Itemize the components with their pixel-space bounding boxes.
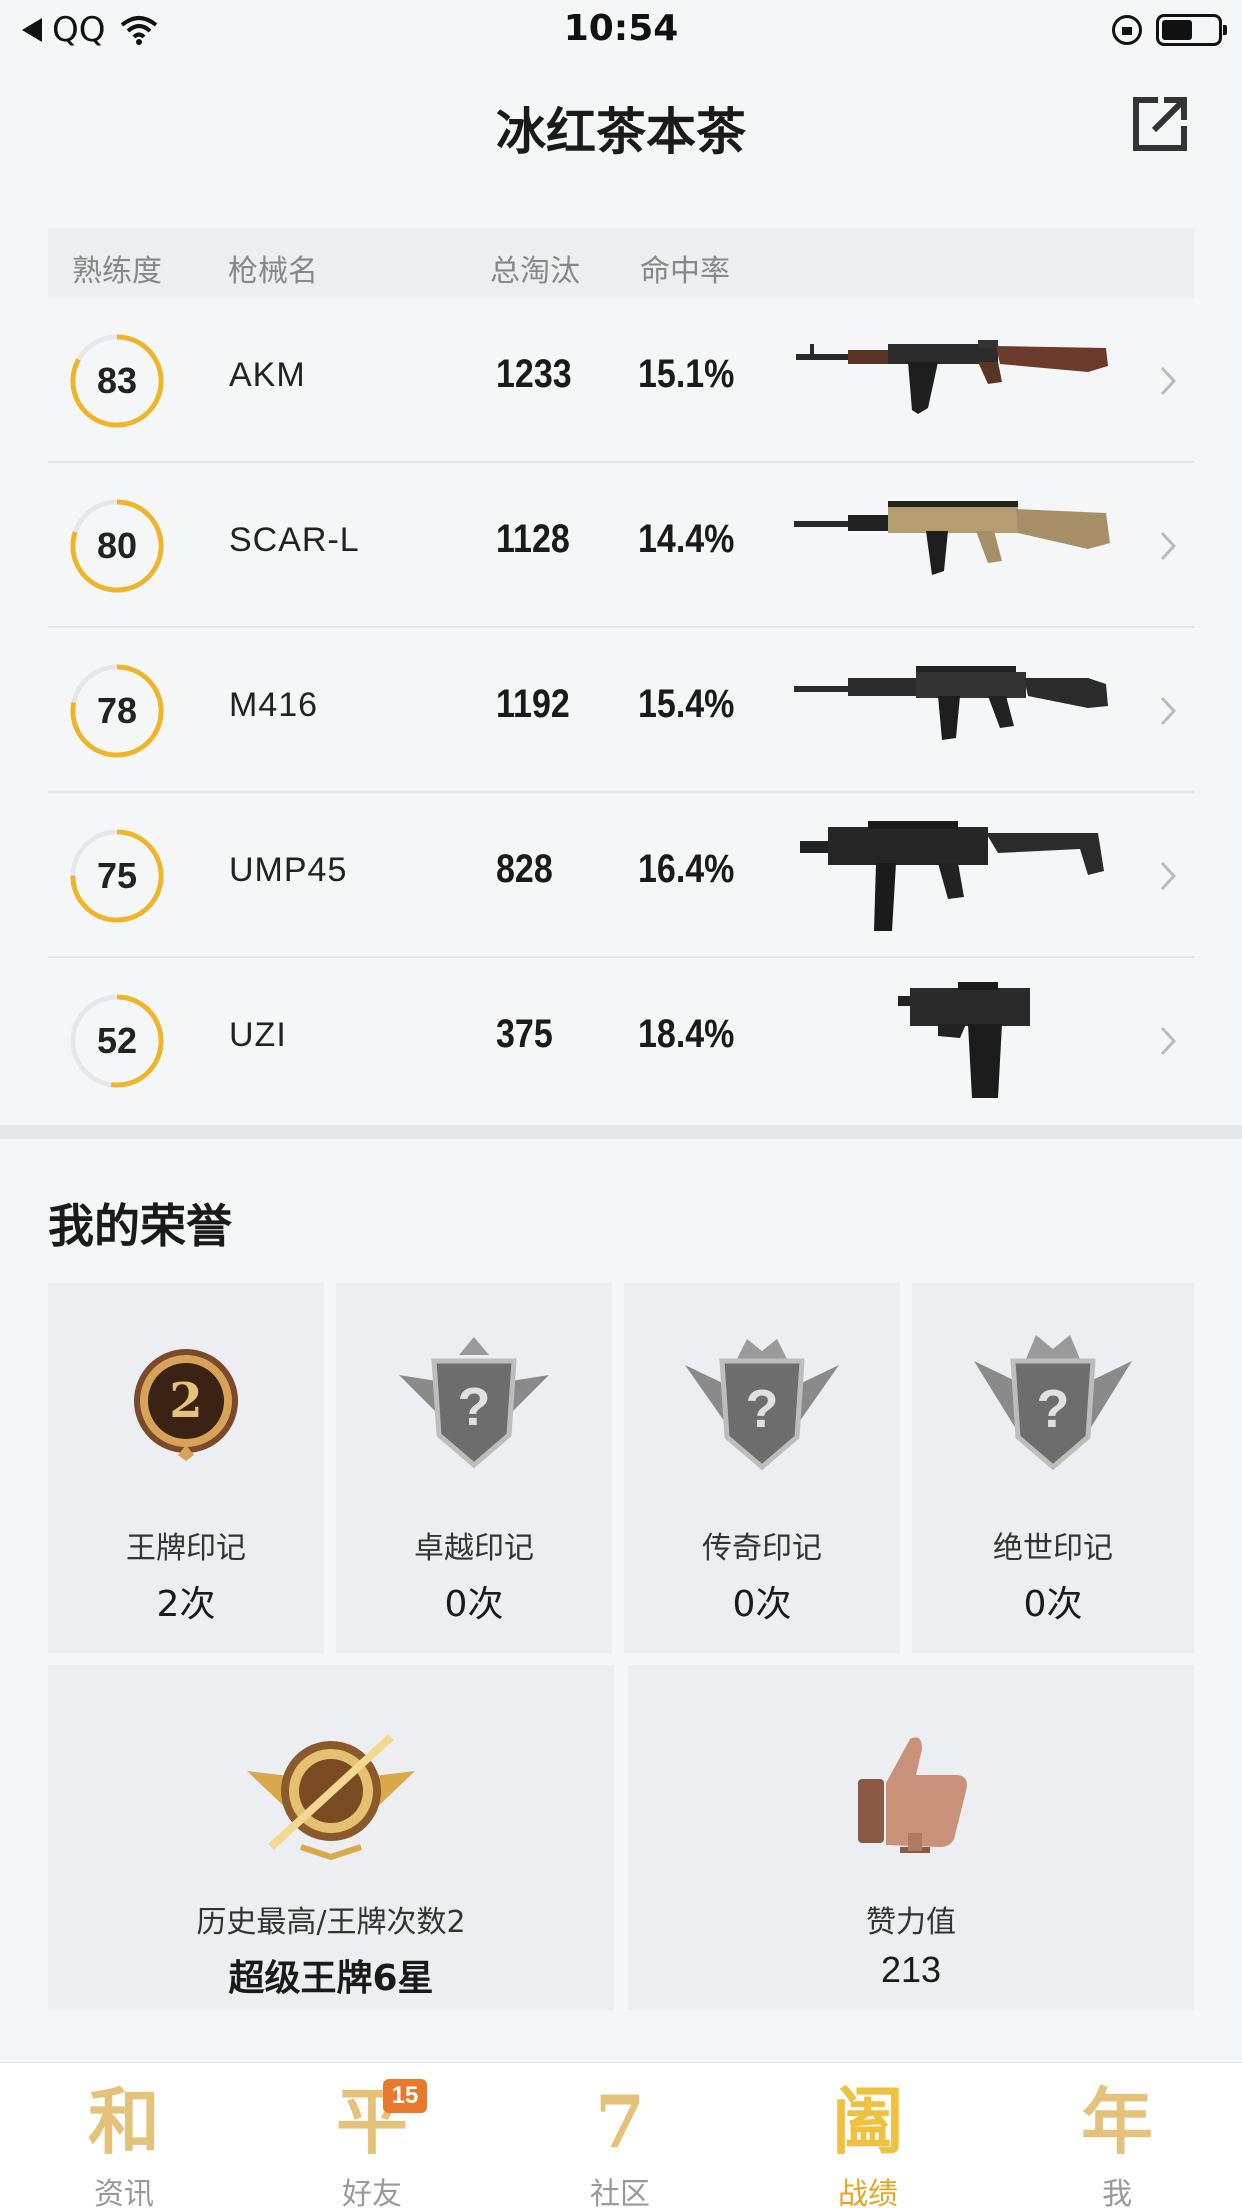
tab-label: 战绩 — [838, 2177, 898, 2208]
me-tab-icon: 年 — [1080, 2079, 1153, 2164]
excellence-mark-locked-icon: ? — [399, 1337, 549, 1469]
section-divider — [0, 1125, 1242, 1139]
weapon-row-ump45[interactable]: 75 UMP45 828 16.4% — [48, 793, 1194, 958]
uzi-smg-icon — [898, 982, 1030, 1098]
tab-me[interactable]: 年 我 — [992, 2063, 1242, 2208]
ace-mark-badge-icon: 2 — [134, 1349, 238, 1461]
accuracy-value: 16.4% — [638, 847, 735, 891]
friends-count-badge: 15 — [383, 2079, 427, 2113]
gun-name: UMP45 — [229, 851, 348, 889]
kills-value: 1128 — [496, 517, 570, 561]
mark-count: 0次 — [732, 1584, 792, 1625]
accuracy-value: 15.1% — [638, 352, 735, 396]
mark-count: 0次 — [1023, 1584, 1083, 1625]
bottom-tab-bar: 和 资讯 平 15 好友 7 社区 阖 战绩 年 我 — [0, 2062, 1242, 2208]
tab-records[interactable]: 阖 战绩 — [744, 2063, 992, 2208]
page-title: 冰红茶本茶 — [496, 103, 746, 161]
svg-text:2: 2 — [169, 1373, 202, 1429]
rotation-lock-icon — [1112, 15, 1142, 45]
chevron-right-icon — [1160, 861, 1177, 891]
history-value: 超级王牌6星 — [228, 1958, 434, 1999]
chevron-right-icon — [1160, 1026, 1177, 1056]
likes-label: 赞力值 — [866, 1905, 956, 1940]
mark-count: 0次 — [444, 1584, 504, 1625]
tab-news[interactable]: 和 资讯 — [0, 2063, 248, 2208]
status-bar: QQ 10:54 — [0, 0, 1242, 62]
mark-card-ace[interactable]: 2 王牌印记 2次 — [48, 1283, 324, 1653]
friends-tab-icon: 平 — [335, 2079, 408, 2164]
weapon-table-header: 熟练度 枪械名 总淘汰 命中率 — [48, 228, 1194, 298]
m416-rifle-icon — [794, 666, 1108, 740]
proficiency-value: 75 — [96, 855, 138, 896]
tab-label: 社区 — [590, 2177, 650, 2208]
gun-name: UZI — [229, 1016, 287, 1054]
mark-card-legend[interactable]: ? 传奇印记 0次 — [624, 1283, 900, 1653]
chevron-right-icon — [1160, 696, 1177, 726]
svg-text:?: ? — [746, 1379, 779, 1439]
chevron-right-icon — [1160, 531, 1177, 561]
tab-label: 好友 — [342, 2177, 402, 2208]
legend-mark-locked-icon: ? — [685, 1339, 839, 1471]
weapon-row-m416[interactable]: 78 M416 1192 15.4% — [48, 628, 1194, 793]
likes-card[interactable]: 赞力值 213 — [628, 1665, 1194, 2010]
community-tab-icon: 7 — [594, 2079, 646, 2164]
ump45-smg-icon — [800, 821, 1104, 931]
tab-friends[interactable]: 平 15 好友 — [248, 2063, 496, 2208]
mark-card-excellence[interactable]: ? 卓越印记 0次 — [336, 1283, 612, 1653]
battery-icon — [1156, 14, 1227, 46]
kills-value: 828 — [496, 847, 553, 891]
mark-label: 卓越印记 — [414, 1531, 534, 1566]
mark-card-peerless[interactable]: ? 绝世印记 0次 — [912, 1283, 1194, 1653]
scar-l-rifle-icon — [794, 501, 1110, 575]
accuracy-value: 14.4% — [638, 517, 735, 561]
mark-label: 传奇印记 — [702, 1531, 822, 1566]
col-accuracy: 命中率 — [640, 254, 730, 289]
kills-value: 1192 — [496, 682, 570, 726]
weapon-row-uzi[interactable]: 52 UZI 375 18.4% — [48, 958, 1194, 1123]
weapon-row-scar-l[interactable]: 80 SCAR-L 1128 14.4% — [48, 463, 1194, 628]
kills-value: 1233 — [496, 352, 572, 396]
svg-text:?: ? — [1037, 1379, 1070, 1439]
tab-label: 我 — [1102, 2177, 1132, 2208]
chevron-right-icon — [1160, 366, 1177, 396]
tab-label: 资讯 — [94, 2177, 154, 2208]
gun-name: SCAR-L — [229, 521, 360, 559]
mark-label: 王牌印记 — [126, 1531, 246, 1566]
mark-count: 2次 — [156, 1584, 216, 1625]
history-label: 历史最高/王牌次数2 — [196, 1905, 466, 1940]
header: 冰红茶本茶 — [0, 62, 1242, 192]
proficiency-value: 52 — [96, 1020, 138, 1061]
tab-community[interactable]: 7 社区 — [496, 2063, 744, 2208]
weapon-row-akm[interactable]: 83 AKM 1233 15.1% — [48, 298, 1194, 463]
peerless-mark-locked-icon: ? — [974, 1335, 1132, 1471]
accuracy-value: 18.4% — [638, 1012, 735, 1056]
gun-name: M416 — [229, 686, 319, 724]
svg-text:?: ? — [458, 1377, 491, 1437]
honors-title: 我的荣誉 — [48, 1199, 232, 1253]
col-gun-name: 枪械名 — [228, 254, 318, 289]
proficiency-value: 78 — [96, 690, 138, 731]
likes-value: 213 — [880, 1949, 942, 1990]
share-icon[interactable] — [1128, 92, 1192, 156]
mark-label: 绝世印记 — [993, 1531, 1113, 1566]
col-proficiency: 熟练度 — [72, 254, 162, 289]
akm-rifle-icon — [796, 340, 1108, 414]
kills-value: 375 — [496, 1012, 553, 1056]
records-tab-icon: 阖 — [831, 2079, 904, 2164]
proficiency-value: 83 — [96, 360, 138, 401]
clock: 10:54 — [563, 8, 679, 49]
gun-name: AKM — [229, 356, 306, 394]
weapon-list: 83 AKM 1233 15.1% 80 SCAR-L 1128 14.4% 7… — [48, 298, 1194, 1123]
col-kills: 总淘汰 — [490, 254, 580, 289]
proficiency-value: 80 — [96, 525, 138, 566]
history-best-card[interactable]: 历史最高/王牌次数2 超级王牌6星 — [48, 1665, 614, 2010]
thumbs-up-trophy-icon — [858, 1737, 967, 1853]
news-tab-icon: 和 — [87, 2079, 160, 2164]
accuracy-value: 15.4% — [638, 682, 735, 726]
ace-rank-emblem-icon — [247, 1734, 415, 1861]
